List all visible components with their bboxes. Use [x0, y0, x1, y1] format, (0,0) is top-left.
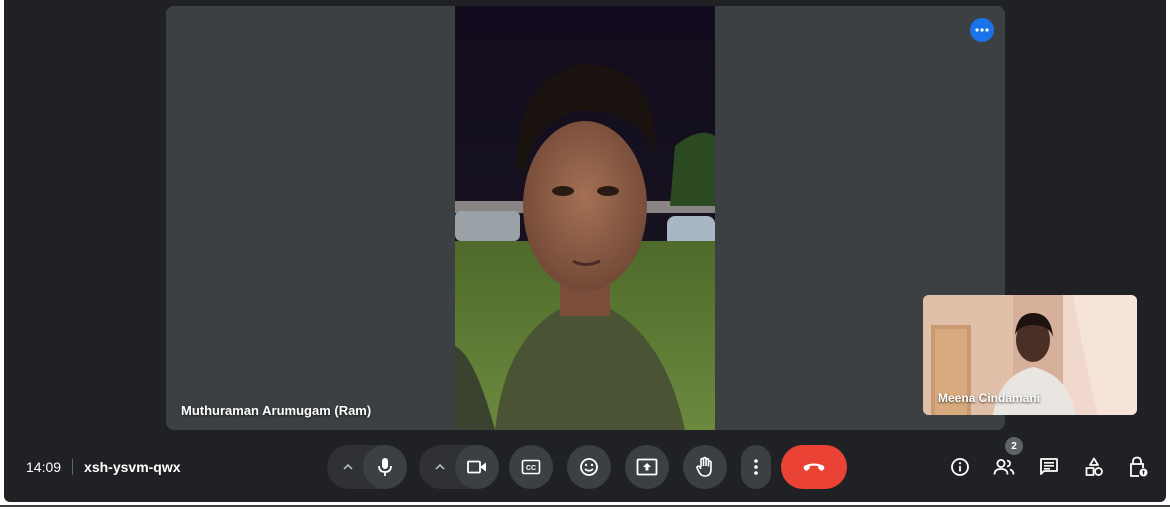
hand-icon	[696, 456, 712, 477]
raise-hand-button[interactable]	[683, 445, 727, 489]
camera-button[interactable]	[455, 445, 499, 489]
self-participant-name: Meena Cindamani	[938, 391, 1041, 405]
main-participant-video-feed	[455, 6, 715, 430]
people-button[interactable]	[990, 453, 1018, 481]
call-end-icon	[803, 463, 825, 471]
self-view-tile[interactable]: Meena Cindamani	[923, 295, 1137, 415]
main-participant-tile[interactable]: Muthuraman Arumugam (Ram)	[166, 6, 1005, 430]
host-controls-button[interactable]	[1124, 453, 1152, 481]
microphone-button[interactable]	[363, 445, 407, 489]
captions-button[interactable]: CC	[509, 445, 553, 489]
main-participant-video	[455, 6, 715, 430]
videocam-icon	[467, 460, 486, 474]
meeting-code: xsh-ysvm-qwx	[84, 459, 181, 475]
meeting-clock: 14:09	[26, 459, 62, 475]
window-bottom-border	[0, 505, 1170, 507]
more-options-button[interactable]	[741, 445, 771, 489]
people-icon	[993, 459, 1015, 475]
more-vert-icon	[754, 459, 758, 475]
participant-count-badge: 2	[1005, 437, 1023, 455]
svg-text:CC: CC	[526, 465, 536, 472]
divider	[72, 459, 74, 475]
chevron-up-icon[interactable]	[425, 445, 455, 489]
chat-icon	[1040, 458, 1058, 475]
chevron-up-icon[interactable]	[333, 445, 363, 489]
lock-person-icon	[1130, 456, 1148, 477]
emoji-icon	[580, 458, 598, 476]
chat-button[interactable]	[1035, 453, 1063, 481]
reactions-button[interactable]	[567, 445, 611, 489]
activities-button[interactable]	[1080, 453, 1108, 481]
closed-captions-icon: CC	[521, 459, 541, 475]
info-icon	[951, 458, 969, 476]
end-call-button[interactable]	[781, 445, 847, 489]
meeting-details: 14:09 xsh-ysvm-qwx	[26, 458, 181, 476]
microphone-icon	[378, 458, 392, 476]
present-screen-icon	[636, 458, 658, 476]
meeting-details-button[interactable]	[946, 453, 974, 481]
more-horiz-icon[interactable]	[970, 18, 994, 42]
present-button[interactable]	[625, 445, 669, 489]
main-participant-name: Muthuraman Arumugam (Ram)	[181, 403, 372, 418]
meet-window: Muthuraman Arumugam (Ram) Meena Cindaman…	[4, 0, 1166, 502]
activities-icon	[1085, 457, 1103, 476]
